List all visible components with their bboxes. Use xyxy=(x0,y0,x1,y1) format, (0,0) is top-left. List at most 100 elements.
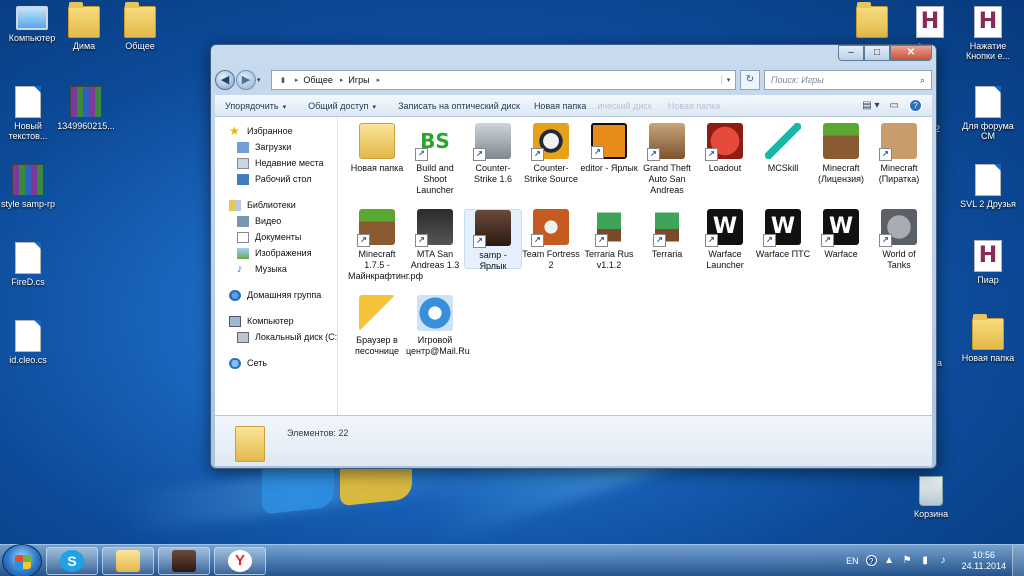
desktop-icon-new-text[interactable]: Новый текстов... xyxy=(0,86,60,141)
desktop-icon-piar[interactable]: H Пиар xyxy=(956,240,1020,285)
action-center-flag-icon[interactable]: ⚑ xyxy=(902,555,913,566)
share-button[interactable]: Общий доступ ▾ xyxy=(308,101,376,111)
desktop-icon-new-folder[interactable]: Новая папка xyxy=(956,314,1020,363)
nav-libraries[interactable]: Библиотеки xyxy=(215,197,337,213)
file-item[interactable]: Grand Theft Auto San Andreas xyxy=(638,123,696,196)
maximize-button[interactable]: □ xyxy=(864,45,890,61)
video-library-icon xyxy=(237,215,249,227)
file-item[interactable]: Новая папка xyxy=(348,123,406,174)
team-fortress-icon xyxy=(531,209,569,247)
show-hidden-icons-icon[interactable]: ▲ xyxy=(884,555,895,566)
file-item[interactable]: Minecraft (Лицензия) xyxy=(812,123,870,185)
change-view-button[interactable]: ▤ ▾ xyxy=(862,100,879,111)
refresh-button[interactable]: ↻ xyxy=(740,70,760,90)
language-indicator[interactable]: EN xyxy=(846,556,859,566)
nav-documents[interactable]: Документы xyxy=(215,229,337,245)
nav-recent-places[interactable]: Недавние места xyxy=(215,155,337,171)
address-bar[interactable]: ▮ ▸ Общее ▸ Игры ▸ ▾ xyxy=(271,70,736,90)
forward-button[interactable]: ▶ xyxy=(236,70,256,90)
file-item[interactable]: Браузер в песочнице xyxy=(348,295,406,357)
back-button[interactable]: ◀ xyxy=(215,70,235,90)
burn-disc-button[interactable]: Записать на оптический диск xyxy=(398,101,520,111)
nav-computer[interactable]: Компьютер xyxy=(215,313,337,329)
help-button[interactable]: ? xyxy=(909,99,922,112)
file-item[interactable]: MTA San Andreas 1.3 xyxy=(406,209,464,271)
file-item[interactable]: editor - Ярлык xyxy=(580,123,638,174)
search-input[interactable]: Поиск: Игры ⌕ xyxy=(764,70,932,90)
explorer-body: ★ Избранное Загрузки Недавние места Рабоч… xyxy=(215,117,932,415)
counter-strike-icon xyxy=(473,123,511,161)
nav-favorites[interactable]: ★ Избранное xyxy=(215,123,337,139)
desktop-icon-id-cleo[interactable]: id.cleo.cs xyxy=(0,320,60,365)
help-icon[interactable]: ? xyxy=(865,555,877,566)
file-item[interactable]: Team Fortress 2 xyxy=(522,209,580,271)
desktop-icon-key-press[interactable]: H Нажатие Кнопки е... xyxy=(956,6,1020,61)
nav-music[interactable]: ♪ Музыка xyxy=(215,261,337,277)
command-bar: Упорядочить ▾ Общий доступ ▾ Записать на о… xyxy=(215,95,932,117)
samp-icon xyxy=(473,210,511,248)
new-folder-button[interactable]: Новая папка xyxy=(534,101,586,111)
nav-downloads[interactable]: Загрузки xyxy=(215,139,337,155)
desktop-icon-obshchee[interactable]: Общее xyxy=(108,2,172,51)
start-button[interactable] xyxy=(2,543,42,576)
desktop-icon-h-doc[interactable]: H xyxy=(898,6,962,41)
navigation-pane: ★ Избранное Загрузки Недавние места Рабоч… xyxy=(215,117,338,415)
file-item[interactable]: Warface xyxy=(812,209,870,260)
desktop-icon-fired[interactable]: FireD.cs xyxy=(0,242,60,287)
desktop-icon-forum[interactable]: Для форума СМ xyxy=(956,86,1020,141)
ghost-toolbar-text: …ический диск xyxy=(588,100,652,111)
desktop-icon-style-samp[interactable]: style samp-rp xyxy=(0,164,60,209)
folder-icon xyxy=(235,426,265,462)
file-item[interactable]: Warface ПТС xyxy=(754,209,812,260)
preview-pane-button[interactable]: ▭ xyxy=(890,100,899,111)
desktop-icon-dima[interactable]: Дима xyxy=(52,2,116,51)
volume-icon[interactable]: ♪ xyxy=(938,555,949,566)
breadcrumb-obshchee[interactable]: Общее xyxy=(303,75,332,85)
organize-button[interactable]: Упорядочить ▾ xyxy=(225,101,286,111)
file-item[interactable]: Warface Launcher xyxy=(696,209,754,271)
file-item[interactable]: Minecraft (Пиратка) xyxy=(870,123,928,185)
file-item[interactable]: BS Build and Shoot Launcher xyxy=(406,123,464,196)
taskbar-yandex[interactable]: Y xyxy=(214,546,266,575)
nav-videos[interactable]: Видео xyxy=(215,213,337,229)
file-item[interactable]: MCSkill xyxy=(754,123,812,174)
desktop-icon-recycle-bin[interactable]: Корзина xyxy=(899,476,963,519)
minimize-button[interactable]: – xyxy=(838,45,864,61)
desktop-icon-svl[interactable]: SVL 2 Друзья xyxy=(956,164,1020,209)
file-item[interactable]: Loadout xyxy=(696,123,754,174)
recent-places-icon xyxy=(237,157,249,169)
yandex-browser-icon: Y xyxy=(228,549,252,572)
nav-network[interactable]: Сеть xyxy=(215,355,337,371)
close-button[interactable]: ✕ xyxy=(890,45,932,61)
breadcrumb-igry[interactable]: Игры xyxy=(348,75,369,85)
text-document-icon xyxy=(975,86,1001,118)
nav-local-disk-c[interactable]: Локальный диск (C: xyxy=(215,329,337,345)
desktop-icon-folder[interactable] xyxy=(840,2,904,41)
nav-homegroup[interactable]: Домашняя группа xyxy=(215,287,337,303)
terraria-icon xyxy=(595,209,621,247)
network-status-icon[interactable]: ▮ xyxy=(920,555,931,566)
text-document-icon xyxy=(975,164,1001,196)
taskbar-skype[interactable]: S xyxy=(46,546,98,575)
file-item[interactable]: Counter-Strike Source xyxy=(522,123,580,185)
file-item[interactable]: Counter-Strike 1.6 xyxy=(464,123,522,185)
file-item[interactable]: Minecraft 1.7.5 - Майнкрафтинг.рф xyxy=(348,209,423,282)
taskbar-samp[interactable] xyxy=(158,546,210,575)
file-item-selected[interactable]: samp - Ярлык xyxy=(464,209,522,271)
build-and-shoot-icon: BS xyxy=(415,123,453,161)
recent-pages-dropdown[interactable]: ▾ xyxy=(257,76,267,84)
file-item[interactable]: Terraria Rus v1.1.2 xyxy=(580,209,638,271)
folder-icon xyxy=(359,123,395,159)
file-item[interactable]: Игровой центр@Mail.Ru xyxy=(406,295,470,357)
desktop-icon-archive[interactable]: 1349960215... xyxy=(54,86,118,131)
warface-icon xyxy=(763,209,801,247)
file-item[interactable]: Terraria xyxy=(638,209,696,260)
file-item[interactable]: World of Tanks xyxy=(870,209,928,271)
address-dropdown[interactable]: ▾ xyxy=(721,76,735,84)
nav-pictures[interactable]: Изображения xyxy=(215,245,337,261)
nav-desktop[interactable]: Рабочий стол xyxy=(215,171,337,187)
taskbar-explorer[interactable] xyxy=(102,546,154,575)
clock[interactable]: 10:56 24.11.2014 xyxy=(962,550,1006,572)
show-desktop-button[interactable] xyxy=(1012,544,1024,576)
samp-icon xyxy=(172,549,196,572)
